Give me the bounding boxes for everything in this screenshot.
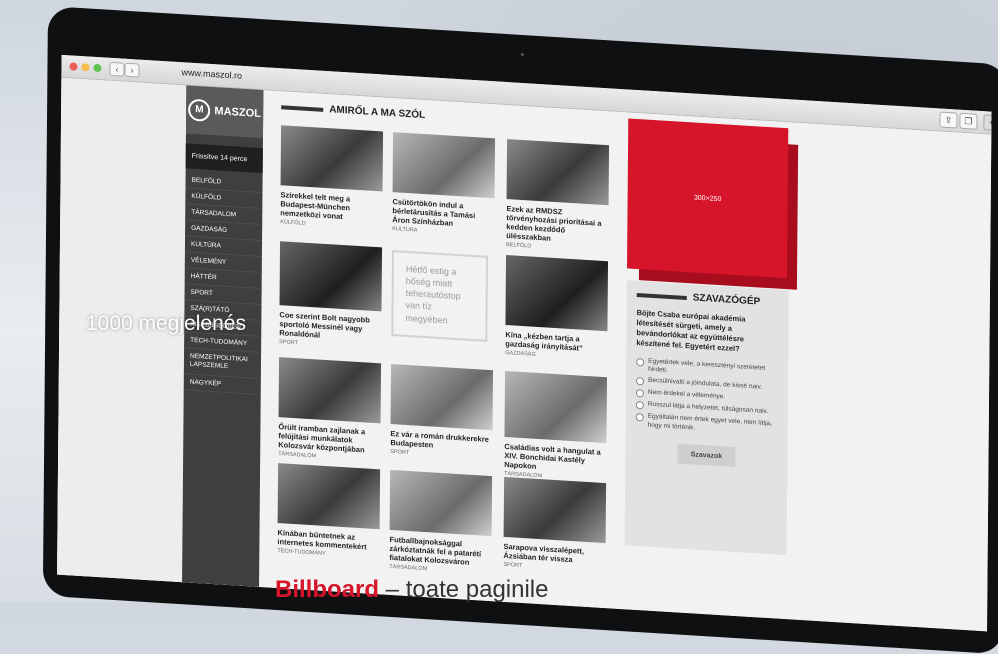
site-sidebar: M MASZOL Frissítve 14 perce Belföld Külf…: [182, 85, 264, 587]
poll-question: Böjte Csaba európai akadémia létesítését…: [636, 307, 746, 354]
article-card[interactable]: Coe szerint Bolt nagyobb sportoló Messin…: [279, 241, 383, 351]
poll-bar: [636, 292, 687, 300]
new-tab-button[interactable]: +: [983, 114, 992, 132]
poll-option-label: Nem érdekel a véleménye.: [647, 389, 726, 401]
back-button[interactable]: ‹: [109, 61, 125, 77]
web-page: M MASZOL Frissítve 14 perce Belföld Külf…: [57, 77, 992, 632]
category-menu: Belföld Külföld Társadalom Gazdaság Kult…: [183, 168, 263, 398]
minimize-window-button[interactable]: [81, 63, 90, 72]
article-card[interactable]: Szírekkel telt meg a Budapest-München ne…: [280, 125, 384, 231]
menu-item[interactable]: Nagykép: [183, 374, 261, 395]
impressions-overlay: 1000 megjelenés: [86, 312, 246, 335]
article-card[interactable]: Futballbajnoksággal zárkóztatnák fel a p…: [389, 469, 493, 576]
article-photo: [506, 139, 610, 206]
article-photo: [505, 255, 609, 332]
article-photo: [280, 125, 384, 192]
article-card[interactable]: Őrült iramban zajlanak a felújítási munk…: [278, 357, 382, 463]
camera-dot: [520, 52, 524, 57]
address-bar[interactable]: www.maszol.ro: [181, 67, 242, 81]
article-card[interactable]: Ezek az RMDSZ törvényhozási prioritásai …: [506, 139, 610, 254]
forward-button[interactable]: ›: [124, 62, 140, 78]
article-card[interactable]: Kína „kézben tartja a gazdaság irányítás…: [505, 255, 609, 362]
vote-button[interactable]: Szavazok: [677, 443, 736, 468]
section-title: AMIRŐL A MA SZÓL: [329, 104, 426, 122]
article-photo: [389, 469, 493, 537]
poll-header: SZAVAZÓGÉP: [636, 289, 779, 309]
article-card[interactable]: Családias volt a hangulat a XIV. Bonchid…: [504, 370, 608, 483]
main-content: AMIRŐL A MA SZÓL Szírekkel telt meg a Bu…: [269, 91, 833, 622]
caption-highlight: Billboard: [275, 576, 380, 603]
article-title[interactable]: Ezek az RMDSZ törvényhozási prioritásai …: [506, 204, 608, 246]
article-title[interactable]: Futballbajnoksággal zárkóztatnák fel a p…: [389, 535, 491, 568]
radio-button[interactable]: [635, 389, 644, 398]
caption-rest: – toate paginile: [379, 576, 549, 603]
article-card[interactable]: Csütörtökön indul a bérletárusítás a Tam…: [392, 132, 496, 238]
article-photo: [278, 357, 382, 424]
radio-button[interactable]: [636, 357, 645, 366]
article-photo: [390, 363, 494, 431]
ad-banner[interactable]: 300×250: [626, 118, 789, 279]
radio-button[interactable]: [635, 413, 644, 422]
tabs-icon[interactable]: ❐: [959, 112, 978, 130]
article-photo: [279, 241, 383, 312]
ad-slot[interactable]: 300×250: [626, 118, 799, 290]
fresh-label: Frissítve: [191, 152, 219, 162]
article-card[interactable]: Kínában büntetnek az internetes kommente…: [277, 463, 381, 560]
logo-mark: M: [188, 98, 211, 122]
article-photo: [277, 463, 381, 530]
article-title[interactable]: Csütörtökön indul a bérletárusítás a Tam…: [392, 197, 494, 230]
share-icon[interactable]: ⇪: [939, 111, 958, 129]
article-title[interactable]: Coe szerint Bolt nagyobb sportoló Messin…: [279, 310, 381, 343]
article-photo: [503, 476, 607, 544]
screen: ‹ › www.maszol.ro ⇪ ❐ + M MASZOL Frissít…: [57, 54, 992, 632]
article-card[interactable]: Ez vár a román drukkerekre Budapesten SP…: [390, 363, 494, 461]
section-bar: [281, 104, 324, 112]
fresh-time: 14 perce: [220, 154, 248, 164]
article-title[interactable]: Őrült iramban zajlanak a felújítási munk…: [278, 422, 380, 455]
quote-text[interactable]: Hétfő estig a hőség miatt teherautóstop …: [391, 250, 489, 342]
article-title[interactable]: Szírekkel telt meg a Budapest-München ne…: [280, 190, 382, 223]
article-card[interactable]: Sarapova visszalépett, Ázsiában tér viss…: [503, 476, 607, 574]
caption: Billboard – toate paginile: [275, 576, 548, 604]
ad-size-label: 300×250: [693, 193, 722, 203]
radio-button[interactable]: [635, 401, 644, 410]
poll-widget: SZAVAZÓGÉP Böjte Csaba európai akadémia …: [624, 280, 789, 556]
logo-text: MASZOL: [214, 105, 261, 121]
site-logo[interactable]: M MASZOL: [185, 85, 264, 139]
close-window-button[interactable]: [69, 62, 78, 71]
article-photo: [504, 370, 608, 444]
quote-box[interactable]: Hétfő estig a hőség miatt teherautóstop …: [391, 250, 494, 342]
article-photo: [392, 132, 496, 199]
zoom-window-button[interactable]: [93, 63, 102, 73]
article-title[interactable]: Családias volt a hangulat a XIV. Bonchid…: [504, 442, 606, 475]
poll-title: SZAVAZÓGÉP: [692, 292, 761, 308]
radio-button[interactable]: [635, 377, 645, 386]
